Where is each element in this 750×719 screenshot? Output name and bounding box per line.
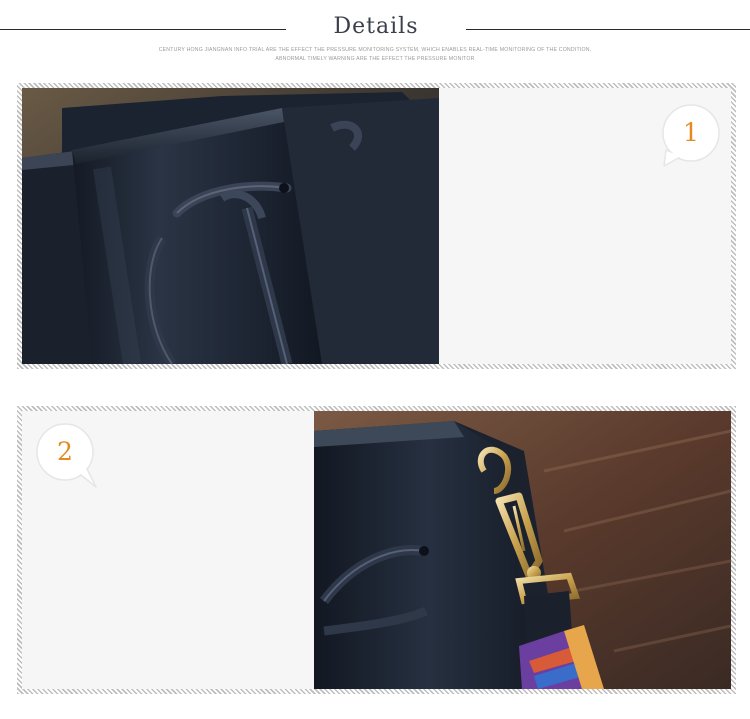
details-header: Details Century Hong Jiangnan info trial… [0,0,750,72]
bag-drawstring-closeup-photo [22,88,439,364]
detail-number: 2 [57,437,73,466]
header-subtitle-line-2: abnormal timely warning are the effect t… [275,56,475,62]
header-divider-left [0,29,286,30]
detail-number: 1 [683,118,699,147]
header-subtitle-line-1: Century Hong Jiangnan info trial are the… [158,47,592,53]
header-divider-right [466,29,750,30]
detail-number-bubble-2: 2 [36,423,97,488]
detail-panel-1: 1 [17,83,736,369]
bag-drawstring-illustration [22,88,439,364]
page-title: Details [333,14,419,39]
detail-number-bubble-1: 1 [662,104,720,167]
detail-panel-2: 2 [17,406,736,694]
bag-buckle-illustration [314,411,731,689]
bag-strap-buckle-closeup-photo [314,411,731,689]
